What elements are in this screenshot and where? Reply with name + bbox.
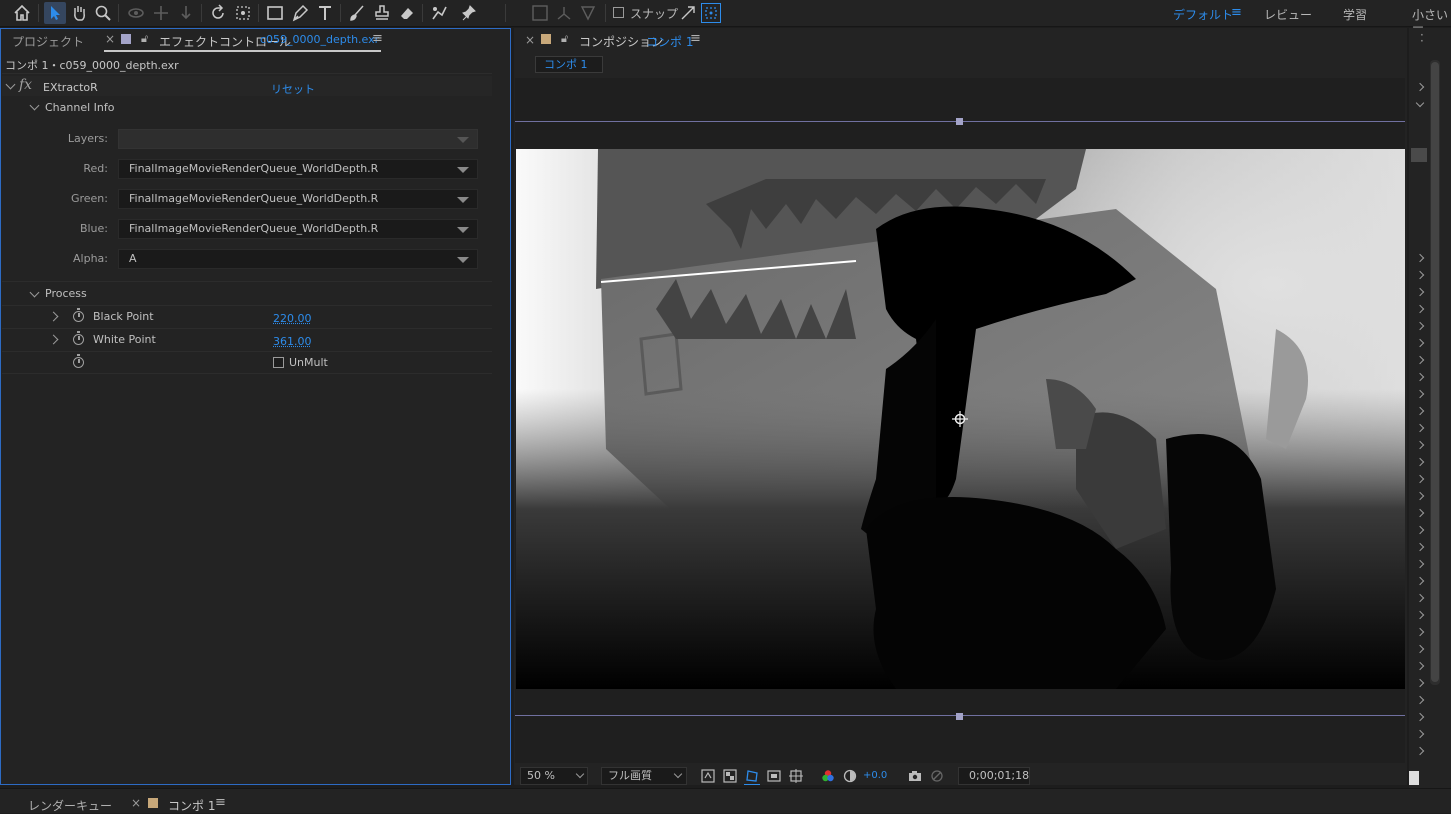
lock-icon[interactable]: 🔓︎ [141,32,148,46]
orbit-camera-icon [125,2,147,24]
exposure-value[interactable]: +0.0 [863,770,887,781]
toolbar: スナップ デフォルト ≡ レビュー 学習 小さい画 [0,0,1451,39]
anchor-point-icon[interactable] [952,411,968,427]
anchor-tool-icon[interactable] [232,2,254,24]
close-icon[interactable]: × [105,32,115,46]
scrollbar-thumb[interactable] [1431,62,1439,682]
current-timecode[interactable]: 0;00;01;18 [958,767,1030,785]
workspace-review[interactable]: レビュー [1264,6,1312,23]
stopwatch-icon[interactable] [73,331,84,345]
tab-render-queue[interactable]: レンダーキュー [28,797,112,814]
alpha-channel-dropdown[interactable]: A [118,249,478,269]
panel-menu-icon[interactable]: ≡ [690,31,701,46]
dolly-camera-icon [175,2,197,24]
label-color-icon [541,34,551,44]
range-handle-bottom[interactable] [956,713,963,720]
tab-project[interactable]: プロジェクト [12,33,84,50]
resize-handle-icon[interactable] [1409,771,1419,785]
channel-label: Layers: [67,132,108,145]
clone-stamp-icon[interactable] [371,2,393,24]
tab-comp-timeline[interactable]: コンポ 1 [168,797,215,814]
pan-camera-icon [150,2,172,24]
label-color-icon [121,34,131,44]
channel-label: Green: [70,192,108,205]
workspace-learn[interactable]: 学習 [1343,6,1367,23]
stopwatch-icon[interactable] [73,354,84,368]
show-snapshot-icon [929,768,945,784]
comp-name[interactable]: コンポ 1 [646,33,693,50]
home-icon[interactable] [11,2,33,24]
reset-exposure-icon[interactable] [842,768,858,784]
eraser-tool-icon[interactable] [396,2,418,24]
white-point-label: White Point [93,333,156,346]
rectangle-tool-icon[interactable] [264,2,286,24]
unmult-checkbox[interactable] [273,357,284,368]
active-tab-underline [104,50,381,52]
hand-tool-icon[interactable] [68,2,90,24]
panel-menu-icon[interactable]: ≡ [215,795,226,810]
green-channel-dropdown[interactable]: FinalImageMovieRenderQueue_WorldDepth.R [118,189,478,209]
effect-name: EXtractoR [43,81,98,94]
layers-dropdown [118,129,478,149]
white-point-value[interactable]: 361.00 [273,335,312,348]
snapshot-toggle-icon[interactable] [700,768,716,784]
close-icon[interactable]: × [525,33,535,47]
channel-label: Blue: [79,222,108,235]
channel-label: Alpha: [73,252,108,265]
zoom-select[interactable]: 50 % [520,767,588,785]
fx-icon[interactable]: fx [19,77,32,93]
grid-guides-icon[interactable] [788,768,804,784]
region-of-interest-icon[interactable] [766,768,782,784]
snap-checkbox[interactable] [613,7,624,18]
panel-options-icon[interactable]: · · [1420,29,1424,47]
panel-menu-icon[interactable]: ≡ [372,31,383,46]
brush-tool-icon[interactable] [346,2,368,24]
axis-world-icon [577,2,599,24]
black-point-label: Black Point [93,310,154,323]
close-icon[interactable]: × [131,796,141,810]
workspace-menu-icon[interactable]: ≡ [1231,5,1242,20]
transparency-grid-icon[interactable] [722,768,738,784]
red-channel-dropdown[interactable]: FinalImageMovieRenderQueue_WorldDepth.R [118,159,478,179]
tab-effect-file[interactable]: c059_0000_depth.exr [260,33,379,46]
channel-label: Red: [83,162,108,175]
workspace-default[interactable]: デフォルト [1173,6,1233,23]
puppet-pin-icon[interactable] [459,2,481,24]
selection-tool-icon[interactable] [44,2,66,24]
stopwatch-icon[interactable] [73,308,84,322]
mask-visibility-icon[interactable] [744,768,760,785]
zoom-tool-icon[interactable] [92,2,114,24]
snap-options-icon[interactable] [677,2,699,24]
panel-thumb [1411,148,1427,162]
rotate-tool-icon[interactable] [207,2,229,24]
black-point-value[interactable]: 220.00 [273,312,312,325]
channel-rgb-icon[interactable] [820,768,836,784]
label-color-icon [148,798,158,808]
text-tool-icon[interactable] [314,2,336,24]
quality-select[interactable]: フル画質 [601,767,687,785]
align-icon [529,2,551,24]
process-label: Process [45,287,87,300]
channel-list: Layers: Red: FinalImageMovieRenderQueue_… [2,125,492,275]
blue-channel-dropdown[interactable]: FinalImageMovieRenderQueue_WorldDepth.R [118,219,478,239]
roto-brush-icon[interactable] [428,2,450,24]
comp-breadcrumb[interactable]: コンポ 1 [535,56,603,73]
channel-info-label: Channel Info [45,101,115,114]
reset-link[interactable]: リセット [271,81,315,97]
pen-tool-icon[interactable] [289,2,311,24]
snap-label: スナップ [630,7,679,21]
camera-snapshot-icon[interactable] [907,768,923,784]
layer-path: コンポ 1・c059_0000_depth.exr [5,59,179,72]
axis-local-icon [553,2,575,24]
snap-target-icon[interactable] [701,3,721,23]
lock-icon[interactable]: 🔓︎ [561,32,568,46]
unmult-label: UnMult [289,356,328,369]
range-handle-top[interactable] [956,118,963,125]
